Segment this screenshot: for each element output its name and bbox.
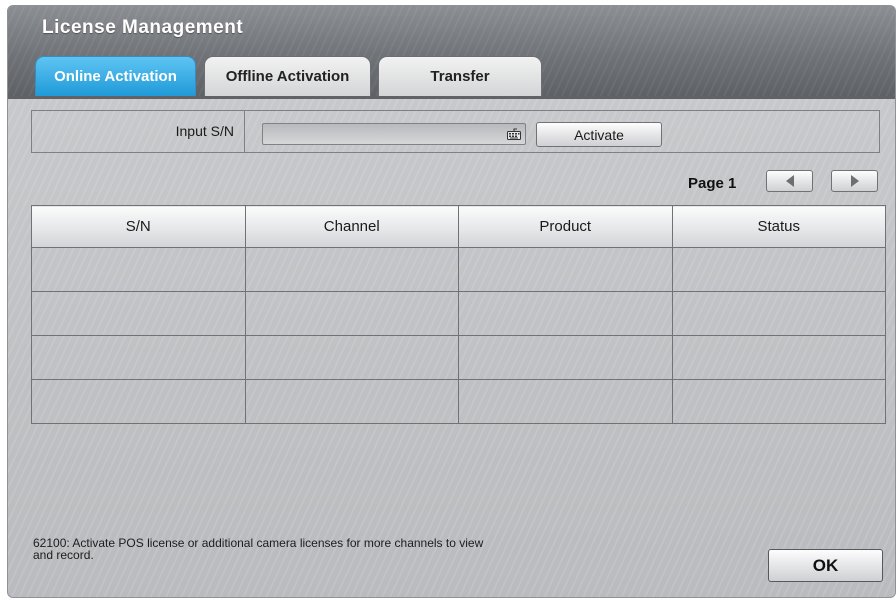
keyboard-icon[interactable] xyxy=(506,126,522,142)
tab-online-activation[interactable]: Online Activation xyxy=(35,56,196,96)
table-row[interactable] xyxy=(31,291,886,336)
table-row[interactable] xyxy=(31,379,886,424)
tab-panel-divider xyxy=(8,96,895,99)
arrow-right-icon xyxy=(850,175,859,187)
table-cell xyxy=(244,335,459,380)
activate-button[interactable]: Activate xyxy=(536,122,662,147)
tab-transfer[interactable]: Transfer xyxy=(378,56,542,96)
table-header-row: S/N Channel Product Status xyxy=(31,205,886,248)
column-header-sn[interactable]: S/N xyxy=(31,205,246,248)
table-cell xyxy=(31,291,246,336)
table-row[interactable] xyxy=(31,335,886,380)
column-header-product[interactable]: Product xyxy=(458,205,673,248)
table-cell xyxy=(671,335,886,380)
tab-label: Online Activation xyxy=(54,68,177,85)
column-header-status[interactable]: Status xyxy=(671,205,886,248)
table-cell xyxy=(458,335,673,380)
input-sn-label: Input S/N xyxy=(175,123,234,139)
table-cell xyxy=(458,247,673,292)
table-row[interactable] xyxy=(31,247,886,292)
arrow-left-icon xyxy=(785,175,794,187)
table-cell xyxy=(31,379,246,424)
table-cell xyxy=(244,247,459,292)
title-bar: License Management Online Activation Off… xyxy=(8,6,895,99)
footnote-text: 62100: Activate POS license or additiona… xyxy=(33,536,484,562)
page-indicator: Page 1 xyxy=(688,175,737,192)
license-table: S/N Channel Product Status xyxy=(31,205,886,424)
table-cell xyxy=(458,379,673,424)
next-page-button[interactable] xyxy=(831,170,878,192)
license-management-dialog: License Management Online Activation Off… xyxy=(7,5,896,598)
table-cell xyxy=(244,291,459,336)
previous-page-button[interactable] xyxy=(766,170,813,192)
table-cell xyxy=(31,247,246,292)
table-cell xyxy=(671,291,886,336)
serial-input-row: Input S/N Activate xyxy=(31,110,880,153)
serial-number-input[interactable] xyxy=(262,123,526,145)
table-cell xyxy=(671,379,886,424)
column-header-channel[interactable]: Channel xyxy=(244,205,459,248)
tab-offline-activation[interactable]: Offline Activation xyxy=(204,56,371,96)
row-divider xyxy=(244,111,245,152)
tab-label: Offline Activation xyxy=(225,68,350,85)
tab-label: Transfer xyxy=(430,68,490,85)
dialog-title: License Management xyxy=(42,17,244,38)
table-cell xyxy=(671,247,886,292)
table-cell xyxy=(244,379,459,424)
ok-button[interactable]: OK xyxy=(768,549,883,582)
table-cell xyxy=(31,335,246,380)
table-cell xyxy=(458,291,673,336)
